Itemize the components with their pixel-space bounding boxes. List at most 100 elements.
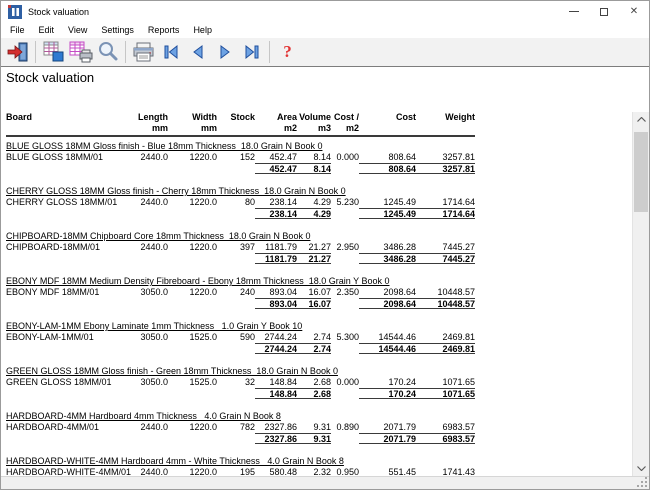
column-header-area: Aream2 — [255, 112, 297, 134]
cell-board: CHERRY GLOSS 18MM/01 — [6, 197, 126, 208]
close-button[interactable]: ✕ — [619, 1, 649, 22]
column-header-board: Board — [6, 112, 126, 134]
column-label: Cost / — [331, 112, 359, 123]
toolbar-separator — [125, 41, 126, 63]
total-cost: 2098.64 — [359, 298, 416, 309]
column-unit: m3 — [297, 123, 331, 134]
cell-stock: 152 — [217, 152, 255, 163]
group-total-row: 148.842.68170.241071.65 — [6, 388, 475, 399]
print-button[interactable] — [130, 39, 157, 65]
total-area: 1181.79 — [255, 253, 297, 264]
total-width — [168, 298, 217, 309]
cell-area: 893.04 — [255, 287, 297, 298]
cell-area: 1181.79 — [255, 242, 297, 253]
table-row: HARDBOARD-WHITE-4MM/012440.01220.0195580… — [6, 467, 475, 476]
scroll-down-button[interactable] — [633, 461, 649, 476]
nav-previous-button[interactable] — [184, 39, 211, 65]
total-width — [168, 208, 217, 219]
group-total-row: 238.144.291245.491714.64 — [6, 208, 475, 219]
zoom-button[interactable] — [94, 39, 121, 65]
nav-next-button[interactable] — [211, 39, 238, 65]
menu-settings[interactable]: Settings — [94, 22, 141, 38]
total-weight: 7445.27 — [416, 253, 475, 264]
total-area: 148.84 — [255, 388, 297, 399]
resize-grip-icon[interactable] — [637, 477, 648, 488]
column-label: Weight — [416, 112, 475, 123]
cell-cost_m2: 2.350 — [331, 287, 359, 298]
print-grid-button[interactable] — [67, 39, 94, 65]
group-header: HARDBOARD-4MM Hardboard 4mm Thickness 4.… — [6, 411, 475, 422]
total-weight: 2469.81 — [416, 343, 475, 354]
group-header: EBONY MDF 18MM Medium Density Fibreboard… — [6, 276, 475, 287]
cell-weight: 3257.81 — [416, 152, 475, 163]
minimize-button[interactable] — [559, 1, 589, 22]
menu-file[interactable]: File — [3, 22, 32, 38]
cell-volume: 4.29 — [297, 197, 331, 208]
cell-stock: 80 — [217, 197, 255, 208]
column-unit: m2 — [255, 123, 297, 134]
board-group: HARDBOARD-WHITE-4MM Hardboard 4mm - Whit… — [6, 456, 475, 476]
cell-volume: 8.14 — [297, 152, 331, 163]
cell-weight: 7445.27 — [416, 242, 475, 253]
cell-area: 452.47 — [255, 152, 297, 163]
column-unit: mm — [126, 123, 168, 134]
total-cost_m2 — [331, 253, 359, 264]
cell-width: 1220.0 — [168, 422, 217, 433]
total-width — [168, 388, 217, 399]
cell-width: 1220.0 — [168, 467, 217, 476]
title-bar[interactable]: Stock valuation ✕ — [1, 1, 649, 22]
column-label: Volume — [297, 112, 331, 123]
cell-weight: 1071.65 — [416, 377, 475, 388]
total-length — [126, 388, 168, 399]
group-total-row: 2327.869.312071.796983.57 — [6, 433, 475, 444]
group-header: CHIPBOARD-18MM Chipboard Core 18mm Thick… — [6, 231, 475, 242]
menu-view[interactable]: View — [61, 22, 94, 38]
total-cost: 2071.79 — [359, 433, 416, 444]
help-icon: ? — [283, 42, 292, 62]
total-area: 452.47 — [255, 163, 297, 174]
cell-weight: 10448.57 — [416, 287, 475, 298]
toolbar: ? — [1, 38, 649, 67]
total-length — [126, 253, 168, 264]
board-library-button[interactable] — [40, 39, 67, 65]
maximize-button[interactable] — [589, 1, 619, 22]
total-length — [126, 163, 168, 174]
window-title: Stock valuation — [28, 7, 89, 17]
nav-first-button[interactable] — [157, 39, 184, 65]
cell-length: 3050.0 — [126, 287, 168, 298]
table-row: CHERRY GLOSS 18MM/012440.01220.080238.14… — [6, 197, 475, 208]
app-window: Stock valuation ✕ FileEditViewSettingsRe… — [0, 0, 650, 490]
scroll-thumb[interactable] — [634, 132, 648, 212]
group-total-row: 452.478.14808.643257.81 — [6, 163, 475, 174]
menu-edit[interactable]: Edit — [32, 22, 62, 38]
total-volume: 9.31 — [297, 433, 331, 444]
help-button[interactable]: ? — [274, 39, 301, 65]
group-total-row: 893.0416.072098.6410448.57 — [6, 298, 475, 309]
board-library-icon — [43, 41, 65, 63]
total-cost: 808.64 — [359, 163, 416, 174]
menu-help[interactable]: Help — [186, 22, 219, 38]
group-header: BLUE GLOSS 18MM Gloss finish - Blue 18mm… — [6, 141, 475, 152]
total-area: 2327.86 — [255, 433, 297, 444]
total-cost_m2 — [331, 433, 359, 444]
column-unit — [359, 123, 416, 134]
total-cost: 3486.28 — [359, 253, 416, 264]
column-label: Board — [6, 112, 126, 123]
exit-button[interactable] — [4, 39, 31, 65]
report-pane: Stock valuation BoardLengthmmWidthmmStoc… — [1, 67, 649, 476]
column-header-volume: Volumem3 — [297, 112, 331, 134]
column-header-weight: Weight — [416, 112, 475, 134]
total-cost_m2 — [331, 343, 359, 354]
total-volume: 4.29 — [297, 208, 331, 219]
group-total-row: 1181.7921.273486.287445.27 — [6, 253, 475, 264]
scroll-up-button[interactable] — [633, 112, 649, 127]
total-volume: 2.74 — [297, 343, 331, 354]
total-board — [6, 253, 126, 264]
vertical-scrollbar[interactable] — [632, 112, 649, 476]
total-board — [6, 298, 126, 309]
column-header-length: Lengthmm — [126, 112, 168, 134]
nav-last-button[interactable] — [238, 39, 265, 65]
maximize-icon — [600, 8, 608, 16]
cell-volume: 9.31 — [297, 422, 331, 433]
menu-reports[interactable]: Reports — [141, 22, 187, 38]
